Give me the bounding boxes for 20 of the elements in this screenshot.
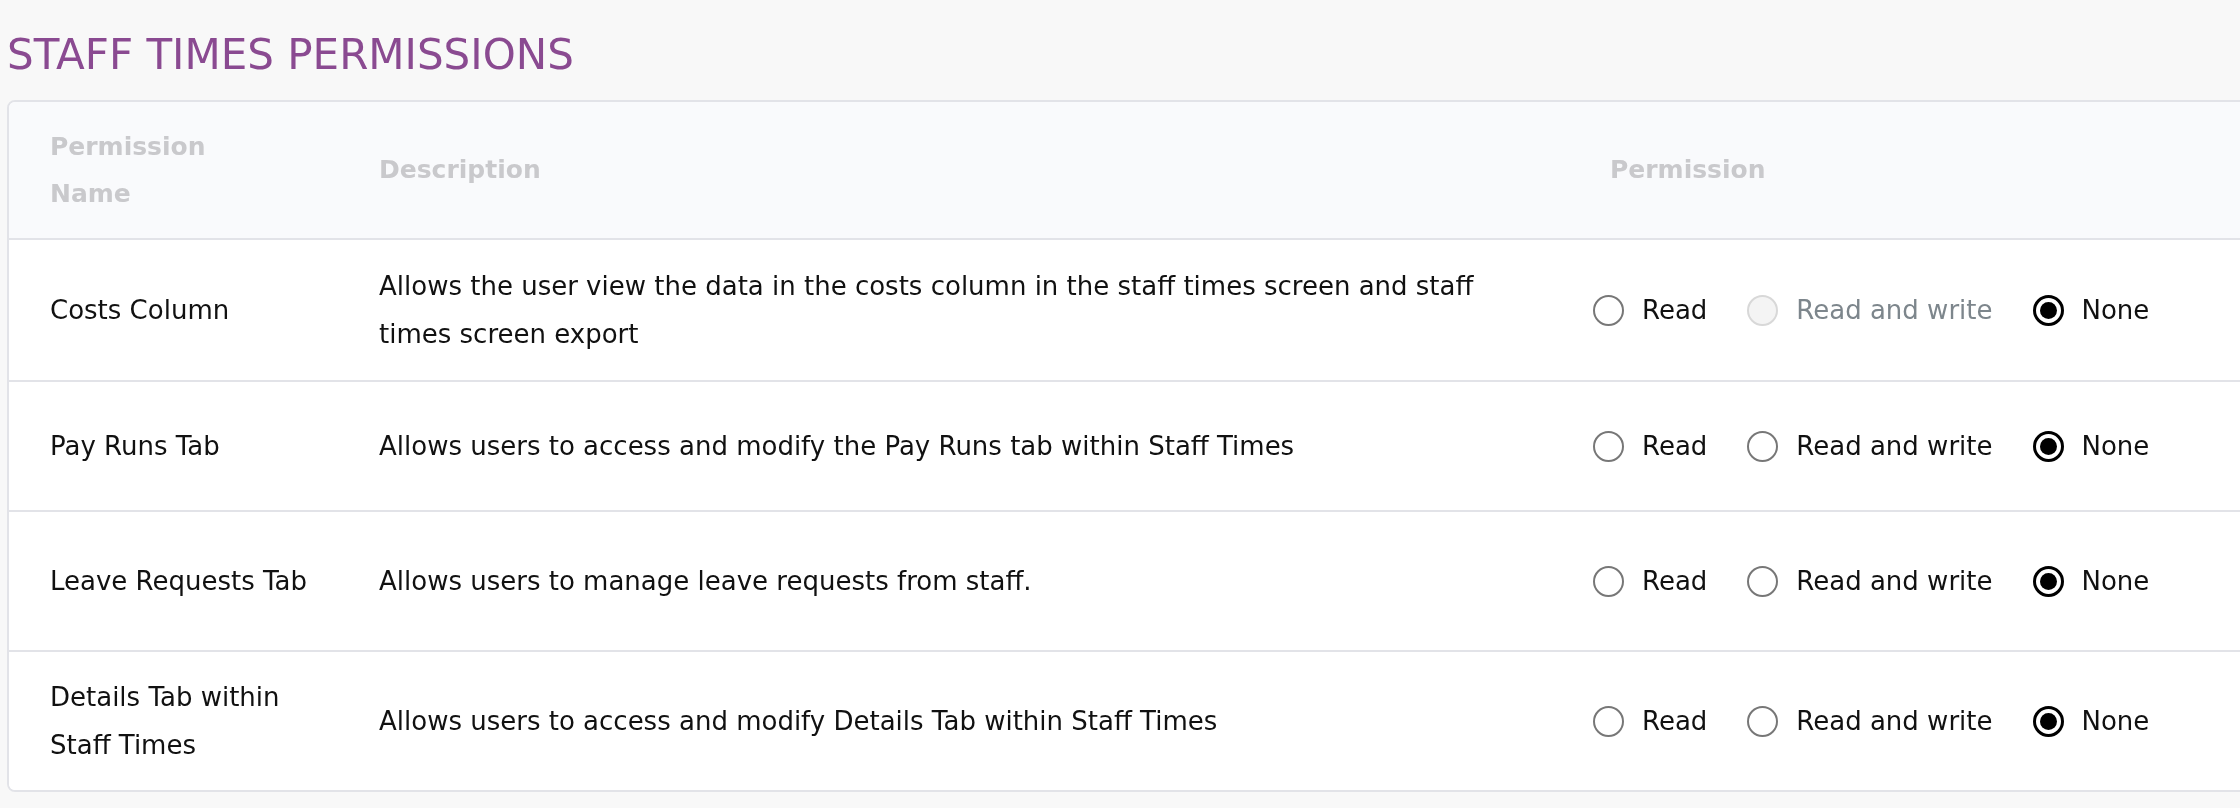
permission-name: Leave Requests Tab — [50, 565, 308, 598]
permission-name: Details Tab within Staff Times — [50, 681, 281, 762]
permission-name: Costs Column — [50, 294, 230, 327]
page-title: STAFF TIMES PERMISSIONS — [7, 29, 574, 81]
radio-option[interactable]: Read and write — [1747, 563, 1993, 599]
radio-option[interactable]: Read and write — [1747, 703, 1993, 739]
radio-option[interactable]: Read and write — [1747, 428, 1993, 464]
permission-description: Allows the user view the data in the costs column in the staff times screen and staff times screen export — [379, 270, 1475, 351]
permission-description: Allows users to manage leave requests from staff. — [379, 565, 1032, 598]
radio-option[interactable]: Read — [1593, 292, 1708, 328]
radio-option[interactable]: None — [2032, 292, 2150, 328]
radio-option[interactable]: None — [2032, 703, 2150, 739]
radio-option[interactable]: None — [2032, 563, 2150, 599]
radio-option[interactable]: None — [2032, 428, 2150, 464]
permission-description: Allows users to access and modify Details Tab within Staff Times — [379, 705, 1218, 738]
radio-option[interactable]: Read — [1593, 428, 1708, 464]
radio-option[interactable]: Read — [1593, 703, 1708, 739]
radio-option[interactable]: Read — [1593, 563, 1708, 599]
permission-name: Pay Runs Tab — [50, 430, 220, 463]
permission-description: Allows users to access and modify the Pay Runs tab within Staff Times — [379, 430, 1295, 463]
